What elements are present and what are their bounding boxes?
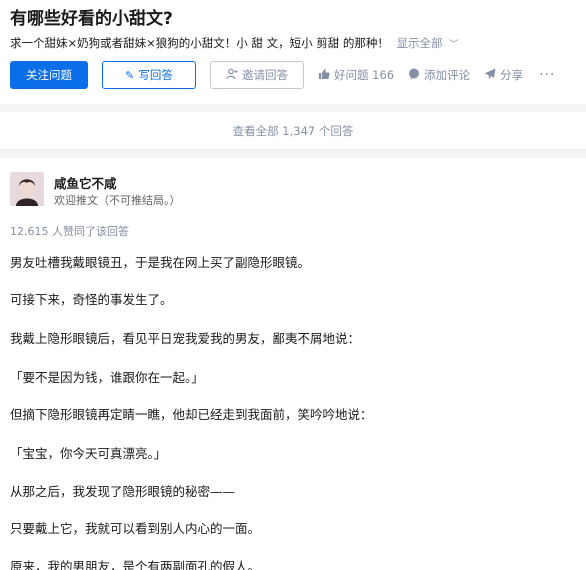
question-description: 求一个甜妹×奶狗或者甜妹×狼狗的小甜文！小 甜 文，短小 剪甜 的那种！ 显示全…: [10, 35, 458, 51]
answer-card: 咸鱼它不咸 欢迎推文（不可推结局。） 12,615 人赞同了该回答 男友吐槽我戴…: [0, 158, 586, 570]
chevron-down-icon: ﹀: [449, 40, 459, 50]
good-question-label: 好问题 166: [334, 68, 395, 82]
share-button[interactable]: 分享: [484, 67, 523, 83]
speech-bubble-icon: [408, 68, 420, 83]
question-actions: 关注问题 ✎ 写回答 邀请回答 好问题 166 添加评论 分享 ···: [10, 61, 555, 89]
vote-count: 12,615 人赞同了该回答: [10, 225, 129, 238]
write-answer-button[interactable]: ✎ 写回答: [102, 61, 196, 89]
answer-paragraph: 我戴上隐形眼镜后，看见平日宠我爱我的男友，鄙夷不屑地说：: [10, 331, 361, 346]
avatar[interactable]: [10, 172, 44, 206]
invite-answer-label: 邀请回答: [242, 68, 288, 82]
section-divider: [0, 150, 586, 158]
question-header: 有哪些好看的小甜文? 求一个甜妹×奶狗或者甜妹×狼狗的小甜文！小 甜 文，短小 …: [0, 0, 586, 104]
answer-paragraph: 从那之后，我发现了隐形眼镜的秘密——: [10, 484, 236, 499]
show-all-label: 显示全部: [396, 36, 443, 50]
answer-paragraph: 原来，我的男朋友，是个有两副面孔的假人。: [10, 559, 261, 570]
more-options-button[interactable]: ···: [539, 67, 555, 83]
thumbs-up-icon: [318, 68, 330, 83]
question-description-text: 求一个甜妹×奶狗或者甜妹×狼狗的小甜文！小 甜 文，短小 剪甜 的那种！: [10, 36, 389, 50]
person-plus-icon: [226, 68, 238, 83]
share-label: 分享: [500, 68, 524, 82]
follow-question-button[interactable]: 关注问题: [10, 61, 88, 89]
answer-paragraph: 但摘下隐形眼镜再定睛一瞧，他却已经走到我面前，笑吟吟地说：: [10, 407, 373, 422]
answer-paragraph: 「要不是因为钱，谁跟你在一起。」: [10, 370, 204, 385]
author-bio: 欢迎推文（不可推结局。）: [54, 194, 181, 207]
good-question-button[interactable]: 好问题 166: [318, 67, 394, 83]
add-comment-button[interactable]: 添加评论: [408, 67, 470, 83]
add-comment-label: 添加评论: [424, 68, 471, 82]
answer-paragraph: 可接下来，奇怪的事发生了。: [10, 292, 173, 307]
answer-paragraph: 「宝宝，你今天可真漂亮。」: [10, 446, 167, 461]
author-name[interactable]: 咸鱼它不咸: [54, 173, 117, 192]
show-all-link[interactable]: 显示全部 ﹀: [397, 36, 459, 50]
question-title[interactable]: 有哪些好看的小甜文?: [10, 4, 173, 29]
answer-paragraph: 男友吐槽我戴眼镜丑，于是我在网上买了副隐形眼镜。: [10, 255, 311, 270]
view-all-answers-link[interactable]: 查看全部 1,347 个回答: [0, 112, 586, 150]
paper-plane-icon: [484, 68, 496, 83]
invite-answer-button[interactable]: 邀请回答: [210, 61, 304, 89]
answer-paragraph: 只要戴上它，我就可以看到别人内心的一面。: [10, 521, 261, 536]
write-answer-label: 写回答: [138, 68, 173, 82]
pencil-icon: ✎: [125, 68, 135, 82]
section-divider: [0, 104, 586, 112]
